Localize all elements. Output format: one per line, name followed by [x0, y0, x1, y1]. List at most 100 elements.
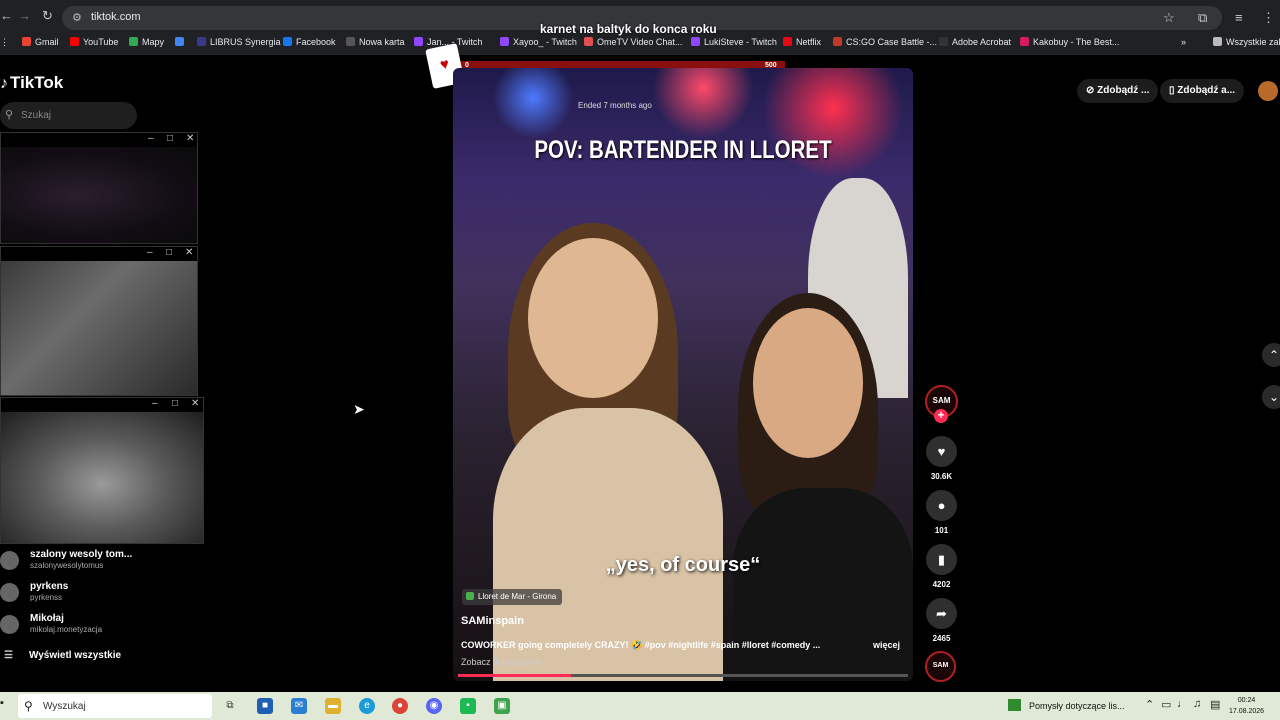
app-icon[interactable]: ▪ — [460, 698, 476, 714]
twitch-icon — [691, 37, 700, 46]
like-count: 30.6K — [930, 472, 953, 481]
bookmark-youtube[interactable]: YouTube — [70, 37, 118, 47]
stream-window-3[interactable]: – □ ✕ — [0, 397, 204, 544]
maximize-icon[interactable]: □ — [167, 133, 173, 144]
twitch-icon — [414, 37, 423, 46]
site-info-icon[interactable]: ⚙ — [72, 11, 82, 24]
bookmark-star-icon[interactable]: ☆ — [1163, 10, 1175, 26]
avatar — [0, 551, 19, 570]
coin-icon: ⊘ — [1086, 85, 1098, 96]
clock-time: 00:24 — [1237, 697, 1256, 704]
store-icon[interactable]: ■ — [257, 698, 273, 714]
network-icon[interactable]: ▭ — [1161, 698, 1171, 711]
webcam-video — [1, 147, 197, 243]
forward-icon[interactable]: → — [18, 8, 31, 23]
maximize-icon[interactable]: □ — [172, 398, 178, 409]
file-explorer-icon[interactable]: ▬ — [325, 698, 341, 714]
menu-icon[interactable]: ⋮ — [1262, 10, 1275, 26]
news-icon — [1008, 699, 1021, 711]
ometv-icon — [584, 37, 593, 46]
profile-avatar[interactable] — [1258, 81, 1278, 101]
bookmark-google[interactable] — [175, 37, 188, 47]
share-icon[interactable]: ➦ — [926, 598, 957, 629]
location-tag[interactable]: Lloret de Mar - Girona — [462, 589, 563, 605]
news-widget[interactable]: Pomysły dotyczące lis... — [1008, 699, 1125, 711]
save-action[interactable]: ▮ 4202 — [925, 544, 958, 589]
bookmark-new-tab[interactable]: Nowa karta — [346, 37, 405, 47]
video-player[interactable]: Ended 7 months ago POV: BARTENDER IN LLO… — [453, 68, 913, 681]
video-author[interactable]: SAMinspain — [461, 615, 524, 627]
follow-plus-icon[interactable]: + — [934, 409, 948, 423]
stream-window-2[interactable]: – □ ✕ — [0, 246, 198, 396]
mail-icon[interactable]: ✉ — [291, 698, 307, 714]
discord-icon[interactable]: ◉ — [426, 698, 442, 714]
task-view-icon[interactable]: ⧉ — [222, 698, 238, 714]
stream-window-1[interactable]: – □ ✕ — [0, 132, 198, 244]
acrobat-icon — [939, 37, 948, 46]
minimize-icon[interactable]: – — [148, 133, 154, 144]
bookmark-acrobat[interactable]: Adobe Acrobat — [939, 37, 1011, 47]
bookmark-icon[interactable]: ▮ — [926, 544, 957, 575]
volume-icon[interactable]: ♫ — [1193, 698, 1201, 710]
app-icon[interactable]: ▣ — [494, 698, 510, 714]
search-input[interactable]: ⚲ Szukaj — [0, 102, 137, 129]
window-titlebar[interactable]: – □ ✕ — [1, 398, 203, 412]
folder-icon — [1213, 37, 1222, 46]
close-icon[interactable]: ✕ — [185, 247, 193, 258]
more-button[interactable]: więcej — [873, 640, 900, 650]
like-action[interactable]: ♥ 30.6K — [925, 436, 958, 481]
librus-icon — [197, 37, 206, 46]
translate-link[interactable]: Zobacz tłumaczenie — [461, 657, 541, 667]
bookmark-twitch-3[interactable]: LukiSteve - Twitch — [691, 37, 777, 47]
tray-chevron-icon[interactable]: ⌃ — [1145, 698, 1154, 711]
more-bookmarks-icon[interactable]: » — [1181, 37, 1186, 47]
avatar — [0, 615, 19, 634]
minimize-icon[interactable]: – — [147, 247, 153, 258]
music-disc-avatar[interactable]: SAM — [925, 651, 956, 682]
extensions-icon[interactable]: ⧉ — [1198, 10, 1207, 26]
bookmark-maps[interactable]: Mapy — [129, 37, 164, 47]
notifications-icon[interactable]: ▤ — [1210, 698, 1220, 711]
bookmark-librus[interactable]: LIBRUS Synergia — [197, 37, 281, 47]
bookmark-csgo[interactable]: CS:GO Case Battle -... — [833, 37, 937, 47]
bookmark-gmail[interactable]: Gmail — [22, 37, 59, 47]
reload-icon[interactable]: ↻ — [42, 8, 53, 24]
window-titlebar[interactable]: – □ ✕ — [1, 133, 197, 147]
comment-icon[interactable]: ● — [926, 490, 957, 521]
close-icon[interactable]: ✕ — [191, 398, 199, 409]
get-coins-button[interactable]: ⊘ Zdobądź ... — [1077, 79, 1159, 103]
bookmark-twitch-2[interactable]: Xayoo_ - Twitch — [500, 37, 577, 47]
bookmark-netflix[interactable]: Netflix — [783, 37, 821, 47]
share-count: 2465 — [932, 634, 951, 643]
url-text[interactable]: tiktok.com — [91, 11, 141, 23]
tiktok-logo[interactable]: ♪ TikTok — [0, 73, 63, 93]
media-control-icon[interactable]: ≡ — [1235, 10, 1243, 25]
edge-icon[interactable]: e — [359, 698, 375, 714]
chevron-down-icon[interactable]: ⌄ — [1262, 385, 1280, 409]
share-action[interactable]: ➦ 2465 — [925, 598, 958, 643]
bookmark-kakobuy[interactable]: Kakobuy - The Best... — [1020, 37, 1119, 47]
chevron-up-icon[interactable]: ⌃ — [1262, 343, 1280, 367]
mouse-cursor-icon: ➤ — [353, 401, 365, 417]
chrome-icon[interactable]: ● — [392, 698, 408, 714]
close-icon[interactable]: ✕ — [186, 133, 194, 144]
bookmark-ometv[interactable]: OmeTV Video Chat... — [584, 37, 682, 47]
bookmark-facebook[interactable]: Facebook — [283, 37, 336, 47]
start-icon[interactable]: ▪ — [0, 697, 4, 709]
person-face — [753, 308, 863, 458]
window-titlebar[interactable]: – □ ✕ — [1, 247, 197, 261]
video-progress-bar[interactable] — [458, 674, 908, 677]
see-all-button[interactable]: ☰ Wyświetl wszystkie — [4, 650, 121, 661]
minimize-icon[interactable]: – — [152, 398, 158, 409]
get-app-button[interactable]: ▯ Zdobądź a... — [1160, 79, 1245, 103]
maximize-icon[interactable]: □ — [166, 247, 172, 258]
back-icon[interactable]: ← — [0, 8, 13, 23]
comment-count: 101 — [934, 526, 949, 535]
taskbar-clock[interactable]: 00:24 17.08.2026 — [1229, 695, 1264, 717]
heart-icon[interactable]: ♥ — [926, 436, 957, 467]
all-bookmarks-folder[interactable]: Wszystkie zak — [1213, 37, 1280, 47]
comment-action[interactable]: ● 101 — [925, 490, 958, 535]
microphone-icon[interactable]: ♩ — [1177, 698, 1188, 710]
taskbar-search[interactable]: ⚲ Wyszukaj — [18, 694, 212, 718]
apps-icon[interactable]: ⋮ — [0, 37, 9, 48]
